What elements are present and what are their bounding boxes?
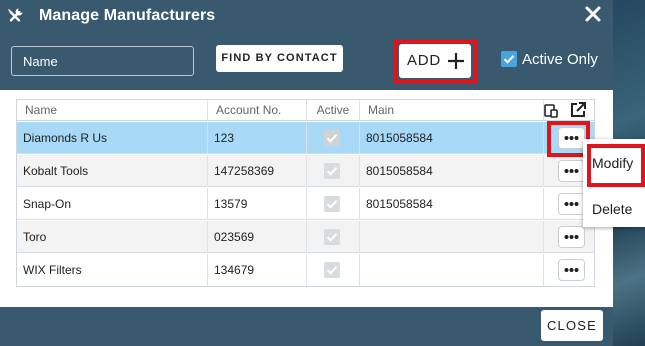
tools-icon	[8, 8, 23, 22]
column-header-active[interactable]: Active	[307, 100, 360, 121]
modify-highlight	[587, 144, 645, 187]
cell-name: Toro	[17, 221, 208, 253]
more-icon	[564, 169, 579, 173]
table-row[interactable]: Toro 023569	[17, 221, 594, 253]
cell-main: 8015058584	[360, 155, 544, 187]
dialog-footer: CLOSE	[0, 307, 613, 346]
table-row[interactable]: Snap-On 13579 8015058584	[17, 188, 594, 220]
column-header-main[interactable]: Main	[360, 100, 544, 121]
manufacturers-table: Name Account No. Active Main Diamonds R	[16, 99, 595, 287]
toolbar: FIND BY CONTACT ADD Active Only	[0, 32, 613, 90]
cell-name: Snap-On	[17, 188, 208, 220]
row-actions-button[interactable]	[558, 259, 585, 281]
table-row[interactable]: Diamonds R Us 123 8015058584	[17, 122, 594, 154]
close-icon[interactable]	[583, 4, 603, 24]
column-header-account[interactable]: Account No.	[208, 100, 307, 121]
active-checkbox	[324, 229, 340, 245]
plus-icon	[448, 53, 464, 69]
cell-main	[360, 221, 544, 253]
table-row[interactable]: Kobalt Tools 147258369 8015058584	[17, 155, 594, 187]
cell-account: 023569	[208, 221, 307, 253]
manage-manufacturers-dialog: Manage Manufacturers FIND BY CONTACT ADD…	[0, 0, 613, 346]
close-button[interactable]: CLOSE	[541, 310, 603, 341]
content-panel: Name Account No. Active Main Diamonds R	[0, 90, 613, 307]
add-button[interactable]: ADD	[399, 44, 471, 78]
cell-account: 123	[208, 122, 307, 154]
external-link-icon[interactable]	[569, 101, 587, 119]
name-search-input[interactable]	[11, 46, 194, 76]
menu-item-delete[interactable]: Delete	[592, 201, 632, 217]
dialog-titlebar: Manage Manufacturers	[0, 0, 613, 32]
column-header-name[interactable]: Name	[17, 100, 208, 121]
cell-main: 8015058584	[360, 122, 544, 154]
add-button-label: ADD	[407, 52, 442, 69]
mobile-device-icon[interactable]	[544, 104, 558, 118]
active-only-label: Active Only	[522, 51, 598, 68]
more-icon	[564, 202, 579, 206]
row-actions-button[interactable]	[558, 226, 585, 248]
cell-name: Kobalt Tools	[17, 155, 208, 187]
active-checkbox	[324, 262, 340, 278]
cell-main	[360, 254, 544, 286]
dialog-title: Manage Manufacturers	[39, 7, 216, 24]
active-checkbox	[324, 163, 340, 179]
table-row[interactable]: WIX Filters 134679	[17, 254, 594, 286]
more-icon	[564, 268, 579, 272]
active-checkbox	[324, 196, 340, 212]
cell-account: 147258369	[208, 155, 307, 187]
active-only-checkbox[interactable]	[501, 51, 517, 67]
row-actions-button[interactable]	[558, 160, 585, 182]
table-header: Name Account No. Active Main	[17, 100, 594, 121]
cell-account: 13579	[208, 188, 307, 220]
cell-main: 8015058584	[360, 188, 544, 220]
more-icon	[564, 235, 579, 239]
cell-name: Diamonds R Us	[17, 122, 208, 154]
cell-name: WIX Filters	[17, 254, 208, 286]
cell-account: 134679	[208, 254, 307, 286]
checkmark-icon	[503, 55, 515, 64]
row-actions-button[interactable]	[558, 193, 585, 215]
find-by-contact-button[interactable]: FIND BY CONTACT	[216, 45, 343, 72]
active-checkbox	[324, 130, 340, 146]
header-icons	[544, 100, 594, 121]
